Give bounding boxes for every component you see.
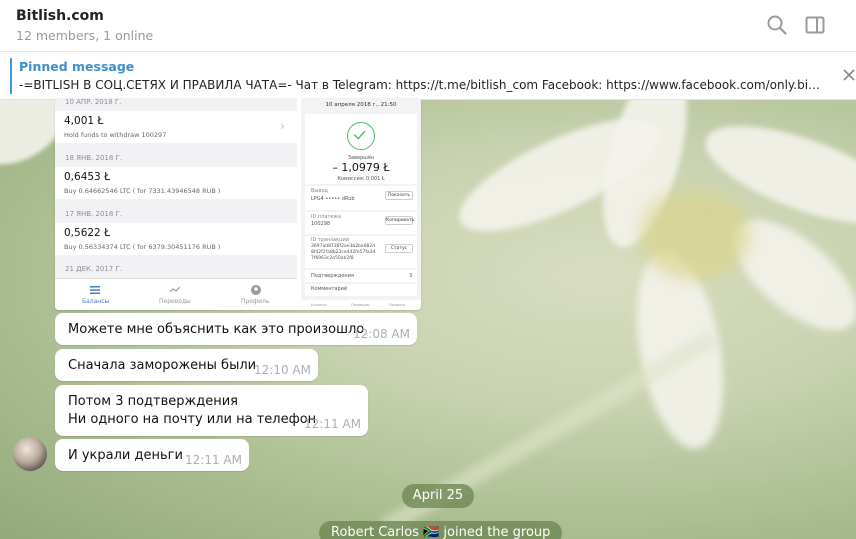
app-tab-balances: Балансы (82, 298, 110, 305)
detail-label: Подтверждения (311, 273, 354, 279)
transaction-detail-screenshot: 10 апреля 2018 г., 21:50 Завершён – 1,09… (301, 98, 421, 310)
history-amount: 0,5622 Ł (64, 227, 110, 239)
app-tab-profile: Профиль (241, 298, 270, 305)
detail-label: ID платежа (311, 214, 341, 220)
app-tab-transfers: Переводы (159, 298, 191, 305)
history-desc: Buy 0.64662546 LTC ( for 7331.43946548 R… (64, 187, 221, 195)
search-icon[interactable] (766, 14, 788, 36)
app-tab-profile: Профиль (389, 303, 406, 307)
history-row: 0,6453 Ł Buy 0.64662546 LTC ( for 7331.4… (55, 167, 297, 199)
history-desc: Buy 0.56334374 LTC ( for 6379.30451176 R… (64, 243, 221, 251)
message-bubble[interactable]: Потом 3 подтверждения Ни одного на почту… (55, 385, 368, 436)
message-time: 12:11 AM (304, 417, 361, 431)
detail-button: Показать (385, 191, 413, 200)
check-icon (347, 122, 375, 150)
close-icon[interactable] (842, 68, 856, 82)
app-tab-balances: Балансы (311, 303, 327, 307)
detail-value: 3 (409, 273, 413, 279)
history-date: 21 ДЕК. 2017 Г. (65, 265, 122, 273)
detail-value: LPG4 ••••• dRub (311, 196, 355, 202)
message-bubble[interactable]: Можете мне объяснить как это произошло 1… (55, 313, 417, 345)
transaction-amount: – 1,0979 Ł (332, 161, 390, 174)
history-date: 10 АПР. 2018 Г. (65, 98, 122, 106)
service-message: Robert Carlos 🇿🇦 joined the group (319, 521, 563, 539)
history-date: 18 ЯНВ. 2018 Г. (65, 154, 123, 162)
pinned-accent-bar (10, 58, 12, 94)
sender-avatar[interactable] (13, 437, 47, 471)
message-time: 12:10 AM (254, 363, 311, 377)
sidebar-toggle-icon[interactable] (804, 14, 826, 36)
pinned-title: Pinned message (19, 59, 135, 74)
detail-label: Вывод (311, 188, 328, 194)
list-icon (90, 286, 100, 294)
message-time: 12:11 AM (185, 453, 242, 467)
history-amount: 4,001 Ł (64, 115, 104, 127)
date-separator: April 25 (402, 484, 474, 508)
history-row: 0,5622 Ł Buy 0.56334374 LTC ( for 6379.3… (55, 223, 297, 255)
transfer-icon (170, 286, 180, 293)
transaction-date: 10 апреля 2018 г., 21:50 (325, 102, 397, 108)
detail-value: 3697ad8736f2ae3b2ba682d 8f42f2fa8b23ce44… (311, 244, 376, 261)
app-tab-transfers: Переводы (351, 303, 370, 307)
detail-button: Статус (385, 244, 413, 253)
detail-label: ID транзакции (311, 237, 349, 243)
detail-button: Копировать (385, 216, 415, 225)
chat-members-status: 12 members, 1 online (16, 28, 154, 43)
history-desc: Hold funds to withdraw 100297 (64, 131, 167, 139)
message-bubble[interactable]: И украли деньги 12:11 AM (55, 439, 249, 471)
balance-history-screenshot: 10 АПР. 2018 Г. 4,001 Ł Hold funds to wi… (55, 98, 297, 310)
history-row: 4,001 Ł Hold funds to withdraw 100297 › (55, 111, 297, 143)
chat-header[interactable]: Bitlish.com 12 members, 1 online (0, 0, 856, 52)
chevron-right-icon: › (280, 119, 285, 133)
detail-label: Комментарий (311, 286, 348, 292)
transaction-fee: Комиссия: 0,001 Ł (337, 176, 385, 182)
history-date: 17 ЯНВ. 2018 Г. (65, 210, 123, 218)
detail-value: 100298 (311, 221, 331, 227)
app-tab-bar: Балансы Переводы Профиль (55, 278, 297, 310)
pinned-message-bar[interactable]: Pinned message -=BITLISH В СОЦ.СЕТЯХ И П… (0, 52, 856, 100)
message-bubble[interactable]: Сначала заморожены были 12:10 AM (55, 349, 318, 381)
history-amount: 0,6453 Ł (64, 171, 110, 183)
pinned-text: -=BITLISH В СОЦ.СЕТЯХ И ПРАВИЛА ЧАТА=- Ч… (19, 78, 819, 92)
profile-icon (251, 285, 261, 295)
chat-title[interactable]: Bitlish.com (16, 8, 104, 24)
message-time: 12:08 AM (353, 327, 410, 341)
message-text: Потом 3 подтверждения (68, 394, 238, 409)
photo-attachment[interactable]: 10 АПР. 2018 Г. 4,001 Ł Hold funds to wi… (55, 98, 421, 310)
